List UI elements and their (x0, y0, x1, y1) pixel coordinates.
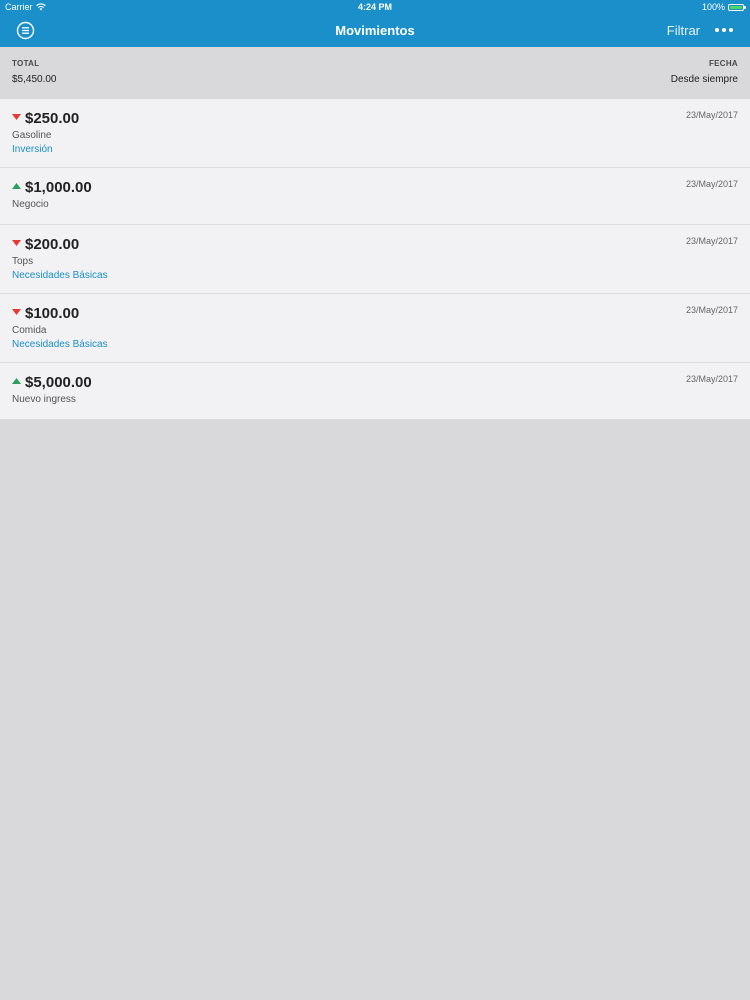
movement-amount: $5,000.00 (25, 374, 92, 391)
movement-amount: $200.00 (25, 236, 80, 253)
movement-date: 23/May/2017 (685, 374, 738, 384)
battery-icon (728, 3, 746, 11)
navigation-bar: Movimientos Filtrar (0, 14, 750, 47)
movement-date: 23/May/2017 (685, 305, 738, 315)
total-label: TOTAL (12, 59, 40, 68)
movement-name: Gasoline (12, 130, 52, 141)
page-title: Movimientos (335, 23, 415, 38)
battery-percent: 100% (701, 2, 725, 12)
movement-row[interactable]: $5,000.00 Nuevo ingress 23/May/2017 (0, 363, 750, 420)
status-time: 4:24 PM (357, 2, 392, 12)
movement-category: Inversión (12, 144, 53, 155)
status-bar: Carrier 4:24 PM 100% (0, 0, 750, 14)
movement-name: Nuevo ingress (12, 394, 76, 405)
more-dots-icon[interactable] (714, 24, 734, 36)
movement-category: Necesidades Básicas (12, 339, 108, 350)
movement-name: Comida (12, 325, 47, 336)
total-value: $5,450.00 (12, 74, 57, 85)
battery-indicator: 100% (701, 2, 746, 12)
movement-date: 23/May/2017 (685, 110, 738, 120)
movement-category: Necesidades Básicas (12, 270, 108, 281)
income-arrow-icon (12, 183, 21, 189)
movement-row[interactable]: $100.00 Comida Necesidades Básicas 23/Ma… (0, 294, 750, 363)
income-arrow-icon (12, 378, 21, 384)
movement-amount: $1,000.00 (25, 179, 92, 196)
movements-list: $250.00 Gasoline Inversión 23/May/2017 $… (0, 99, 750, 420)
movement-name: Tops (12, 256, 34, 267)
movement-date: 23/May/2017 (685, 179, 738, 189)
movement-row[interactable]: $250.00 Gasoline Inversión 23/May/2017 (0, 99, 750, 168)
date-label: FECHA (708, 59, 738, 68)
expense-arrow-icon (12, 240, 21, 246)
date-range-selector[interactable]: Desde siempre (671, 74, 738, 85)
movement-name: Negocio (12, 199, 49, 210)
movement-amount: $100.00 (25, 305, 80, 322)
movement-date: 23/May/2017 (685, 236, 738, 246)
expense-arrow-icon (12, 114, 21, 120)
movement-row[interactable]: $1,000.00 Negocio 23/May/2017 (0, 168, 750, 225)
summary-header: TOTAL $5,450.00 FECHA Desde siempre (0, 47, 750, 99)
expense-arrow-icon (12, 309, 21, 315)
movement-row[interactable]: $200.00 Tops Necesidades Básicas 23/May/… (0, 225, 750, 294)
filter-button[interactable]: Filtrar (667, 23, 700, 38)
movement-amount: $250.00 (25, 110, 80, 127)
